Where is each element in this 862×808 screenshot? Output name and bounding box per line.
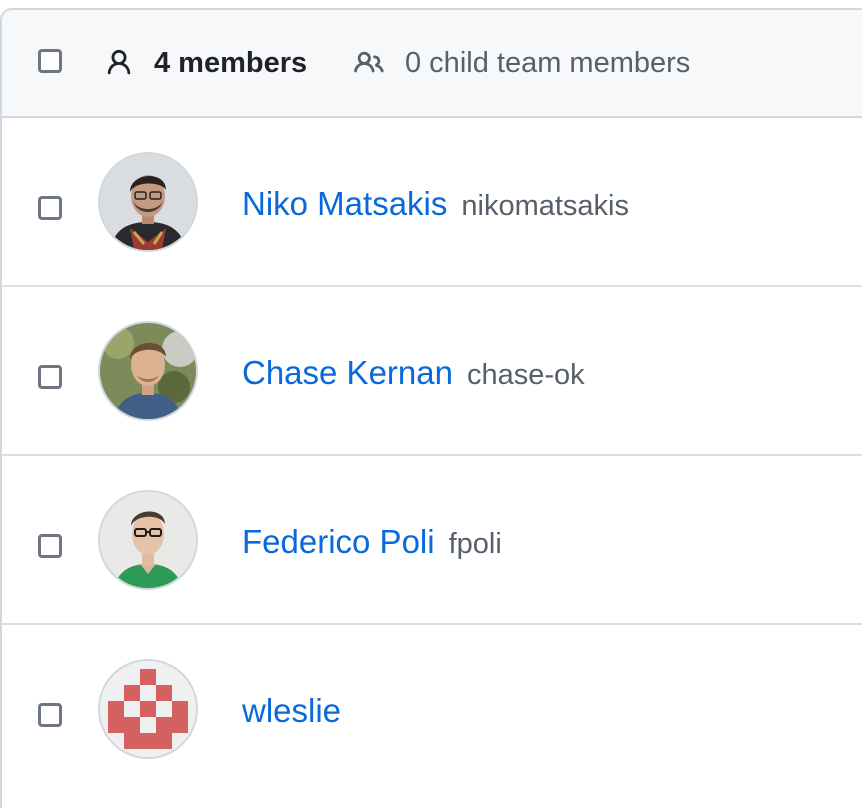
child-team-members-count[interactable]: 0 child team members xyxy=(405,45,690,81)
avatar[interactable] xyxy=(98,490,198,590)
member-login[interactable]: nikomatsakis xyxy=(461,190,629,222)
member-checkbox[interactable] xyxy=(38,365,62,389)
member-row: Chase Kernan chase-ok xyxy=(2,287,862,456)
identicon-avatar[interactable] xyxy=(98,659,198,759)
person-icon xyxy=(104,48,134,83)
member-checkbox[interactable] xyxy=(38,703,62,727)
select-all-checkbox[interactable] xyxy=(38,49,62,73)
member-checkbox[interactable] xyxy=(38,534,62,558)
avatar[interactable] xyxy=(98,321,198,421)
member-checkbox[interactable] xyxy=(38,196,62,220)
member-name-line: Chase Kernan chase-ok xyxy=(242,353,585,400)
member-full-name-link[interactable]: Niko Matsakis xyxy=(242,185,447,222)
member-name-line: Federico Poli fpoli xyxy=(242,522,502,569)
member-login-link[interactable]: wleslie xyxy=(242,692,341,729)
member-name-line: wleslie xyxy=(242,691,341,738)
members-count[interactable]: 4 members xyxy=(154,45,307,81)
people-icon xyxy=(352,48,386,83)
member-full-name-link[interactable]: Chase Kernan xyxy=(242,354,453,391)
member-row: wleslie xyxy=(2,625,862,794)
member-row: Federico Poli fpoli xyxy=(2,456,862,625)
members-list-header: 4 members 0 child team members xyxy=(2,10,862,118)
member-login[interactable]: chase-ok xyxy=(467,359,585,391)
member-name-line: Niko Matsakis nikomatsakis xyxy=(242,184,629,231)
member-login[interactable]: fpoli xyxy=(449,528,502,560)
member-row: Niko Matsakis nikomatsakis xyxy=(2,118,862,287)
team-members-panel: 4 members 0 child team members Niko Mats… xyxy=(0,8,862,808)
avatar[interactable] xyxy=(98,152,198,252)
member-full-name-link[interactable]: Federico Poli xyxy=(242,523,435,560)
